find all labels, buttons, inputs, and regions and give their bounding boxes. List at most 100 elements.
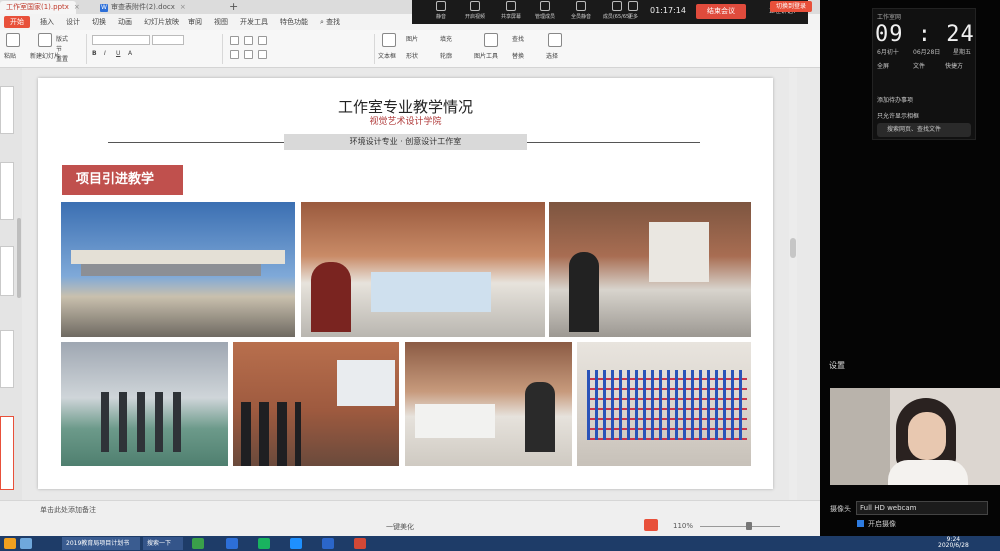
start-icon[interactable] xyxy=(4,538,16,549)
notes-placeholder[interactable]: 单击此处添加备注 xyxy=(40,505,96,515)
menu-review[interactable]: 审阅 xyxy=(188,17,202,27)
fill-label[interactable]: 填充 xyxy=(440,34,452,43)
play-slideshow-button[interactable] xyxy=(644,519,658,531)
menu-features[interactable]: 特色功能 xyxy=(280,17,308,27)
textbox-icon[interactable] xyxy=(382,33,396,47)
widget-status: 工作室网 xyxy=(877,14,902,21)
photo-toll-station xyxy=(61,202,295,337)
ribbon-toolbar: 粘贴 新建幻灯片 版式 节 重置 B I U A 文本框 图片 形状 填充 轮廓… xyxy=(0,30,820,68)
slide-thumbnail[interactable] xyxy=(0,162,14,220)
menu-insert[interactable]: 插入 xyxy=(40,17,54,27)
find-label[interactable]: 查找 xyxy=(512,34,524,43)
zoom-level: 110% xyxy=(673,522,694,530)
widget-search-input[interactable]: 搜索网页、查找文件 xyxy=(877,123,971,137)
taskbar-task[interactable]: 搜索一下 xyxy=(143,537,183,550)
status-bar: 单击此处添加备注 一键美化 110% xyxy=(0,500,820,536)
menu-start[interactable]: 开始 xyxy=(4,16,30,28)
word-doc-icon: W xyxy=(100,4,108,12)
video-button[interactable]: 开启视频 xyxy=(460,1,490,20)
slide-thumbnail[interactable] xyxy=(0,246,14,296)
textbox-label: 文本框 xyxy=(378,53,397,60)
mute-all-button[interactable]: 全员静音 xyxy=(566,1,596,20)
app-icon[interactable] xyxy=(322,538,334,549)
end-meeting-button[interactable]: 结束会议 xyxy=(696,4,746,19)
widget-fullscreen-button[interactable]: 全屏 xyxy=(877,61,889,70)
slide[interactable]: 工作室专业教学情况 视觉艺术设计学院 环境设计专业 · 创意设计工作室 项目引进… xyxy=(38,78,773,489)
taskbar-task[interactable]: 2019教育局项目计划书 xyxy=(62,537,140,550)
panel-scrollbar[interactable] xyxy=(17,218,21,298)
paste-icon[interactable] xyxy=(6,33,20,47)
indent-icon[interactable] xyxy=(258,36,267,45)
close-icon[interactable]: × xyxy=(74,3,80,11)
menu-developer[interactable]: 开发工具 xyxy=(240,17,268,27)
app-icon[interactable] xyxy=(192,538,204,549)
taskbar-clock: 9:24 2020/6/28 xyxy=(938,537,969,549)
browser-icon[interactable] xyxy=(226,538,238,549)
photo-model-workshop xyxy=(549,202,751,337)
widget-add-todo[interactable]: 添加待办事项 xyxy=(877,95,913,104)
layout-label[interactable]: 版式 xyxy=(56,34,68,43)
new-slide-icon[interactable] xyxy=(38,33,52,47)
camera-select[interactable]: Full HD webcam xyxy=(856,501,988,515)
video-label: 开启视频 xyxy=(464,14,485,20)
shape-label[interactable]: 形状 xyxy=(406,51,418,60)
menu-transition[interactable]: 切换 xyxy=(92,17,106,27)
new-tab-button[interactable]: + xyxy=(229,0,238,13)
italic-button[interactable]: I xyxy=(104,50,106,57)
manage-members-button[interactable]: 管理成员 xyxy=(530,1,560,20)
photo-table-planning xyxy=(405,342,572,466)
widget-file-button[interactable]: 文件 xyxy=(913,61,925,70)
menu-animation[interactable]: 动画 xyxy=(118,17,132,27)
font-size-select[interactable] xyxy=(152,35,184,45)
webcam-person-body xyxy=(888,460,968,485)
zoom-slider-handle[interactable] xyxy=(746,522,752,530)
beautify-button[interactable]: 一键美化 xyxy=(386,522,414,532)
widget-shortcut-button[interactable]: 快捷方 xyxy=(945,61,963,70)
align-left-icon[interactable] xyxy=(230,50,239,59)
replace-label[interactable]: 替换 xyxy=(512,51,524,60)
mute-all-icon xyxy=(576,1,586,11)
more-button[interactable]: 更多 xyxy=(618,1,648,20)
numbered-list-icon[interactable] xyxy=(244,36,253,45)
menu-view[interactable]: 视图 xyxy=(214,17,228,27)
widget-lunar-date: 6月初十 xyxy=(877,49,899,56)
reset-label[interactable]: 重置 xyxy=(56,54,68,63)
app-icon[interactable] xyxy=(20,538,32,549)
close-icon[interactable]: × xyxy=(180,3,186,11)
mute-button[interactable]: 静音 xyxy=(426,1,456,20)
zoom-slider[interactable] xyxy=(700,526,780,527)
menu-slideshow[interactable]: 幻灯片放映 xyxy=(144,17,179,27)
slide-thumbnail[interactable] xyxy=(0,330,14,388)
align-center-icon[interactable] xyxy=(244,50,253,59)
vertical-scrollbar[interactable] xyxy=(789,68,797,500)
paste-label: 粘贴 xyxy=(4,53,17,60)
tab-docx-label: 审查表附件(2).docx xyxy=(111,3,175,11)
select-icon[interactable] xyxy=(548,33,562,47)
font-name-select[interactable] xyxy=(92,35,150,45)
app-icon[interactable] xyxy=(290,538,302,549)
slide-thumbnail-active[interactable] xyxy=(0,416,14,490)
wechat-icon[interactable] xyxy=(258,538,270,549)
divider xyxy=(222,34,223,64)
wps-icon[interactable] xyxy=(354,538,366,549)
members-icon xyxy=(540,1,550,11)
menu-design[interactable]: 设计 xyxy=(66,17,80,27)
section-label[interactable]: 节 xyxy=(56,44,62,53)
slide-thumbnail[interactable] xyxy=(0,86,14,134)
tab-docx[interactable]: W 审查表附件(2).docx × xyxy=(94,1,220,14)
menu-find[interactable]: ⌕ 查找 xyxy=(320,17,340,27)
scroll-thumb[interactable] xyxy=(790,238,796,258)
user-chip[interactable]: 切换到登录 xyxy=(770,1,812,12)
enable-camera-checkbox[interactable] xyxy=(857,520,864,527)
share-label: 共享屏幕 xyxy=(500,14,521,20)
picture-tools-icon[interactable] xyxy=(484,33,498,47)
underline-button[interactable]: U xyxy=(116,50,120,57)
bullet-list-icon[interactable] xyxy=(230,36,239,45)
align-right-icon[interactable] xyxy=(258,50,267,59)
bold-button[interactable]: B xyxy=(92,50,97,57)
tab-pptx[interactable]: 工作室国家(1).pptx × xyxy=(0,1,80,14)
font-color-button[interactable]: A xyxy=(128,50,132,57)
share-screen-button[interactable]: 共享屏幕 xyxy=(496,1,526,20)
picture-label[interactable]: 图片 xyxy=(406,34,418,43)
outline-label[interactable]: 轮廓 xyxy=(440,51,452,60)
